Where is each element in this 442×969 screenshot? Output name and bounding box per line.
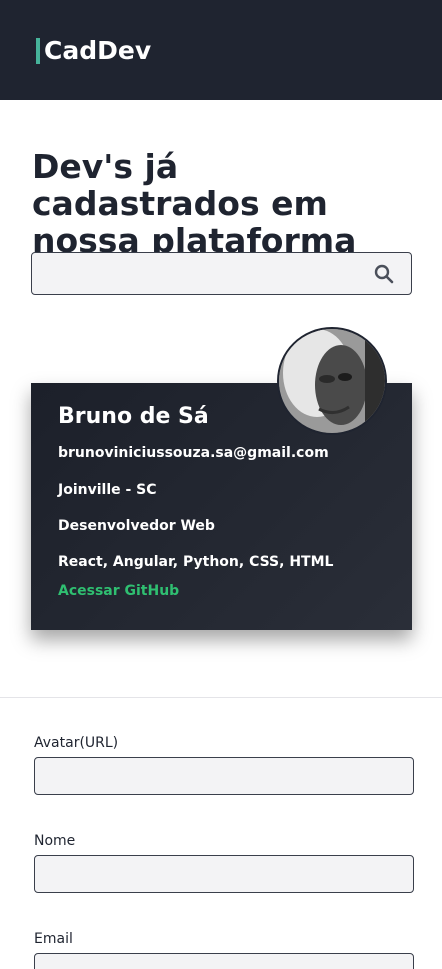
logo[interactable]: CadDev bbox=[36, 36, 151, 66]
dev-name: Bruno de Sá bbox=[58, 404, 209, 429]
avatar-url-input[interactable] bbox=[34, 757, 414, 795]
search-bar[interactable] bbox=[31, 252, 412, 295]
dev-email: brunoviniciussouza.sa@gmail.com bbox=[58, 445, 329, 461]
page-title: Dev's já cadastrados em nossa plataforma bbox=[32, 147, 357, 260]
name-input[interactable] bbox=[34, 855, 414, 893]
email-input[interactable] bbox=[34, 953, 414, 969]
dev-skills: React, Angular, Python, CSS, HTML bbox=[58, 554, 334, 570]
avatar-photo bbox=[279, 329, 385, 433]
section-divider bbox=[0, 697, 442, 698]
dev-location: Joinville - SC bbox=[58, 482, 157, 498]
github-link[interactable]: Acessar GitHub bbox=[58, 583, 179, 599]
avatar-url-label: Avatar(URL) bbox=[34, 735, 119, 751]
name-label: Nome bbox=[34, 833, 76, 849]
email-label: Email bbox=[34, 931, 73, 947]
logo-accent-bar bbox=[36, 38, 40, 64]
dev-role: Desenvolvedor Web bbox=[58, 518, 215, 534]
search-icon[interactable] bbox=[374, 264, 394, 284]
search-input[interactable] bbox=[42, 261, 362, 287]
logo-text: CadDev bbox=[44, 36, 152, 65]
top-navbar: CadDev bbox=[0, 0, 442, 100]
avatar bbox=[277, 327, 387, 435]
